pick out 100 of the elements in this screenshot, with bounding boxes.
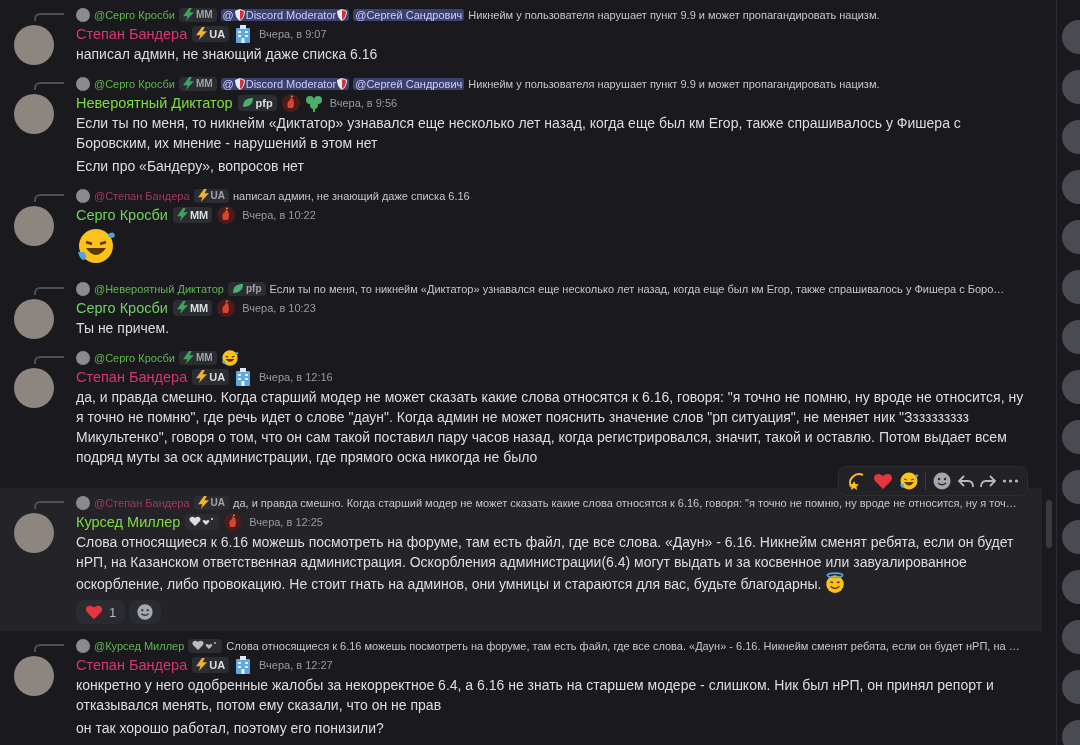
server-tag[interactable]: MM: [172, 299, 213, 316]
timestamp: Вчера, в 10:22: [242, 208, 316, 221]
message-text: Если ты по меня, то никнейм «Диктатор» узнавался еще несколько лет назад, когда еще был км Егор, также спрашивалось у Фишера с Боровским, их мнение - нарушений в этом нет: [76, 114, 962, 153]
reply-icon: [958, 474, 974, 488]
timestamp: Вчера, в 9:07: [259, 27, 327, 40]
message-text: Слова относящиеся к 6.16 можешь посмотреть на форуме, там есть файл, где все слова. «Даун» - 6.16. Никнейм сменят ребята, если он будет нРП, на Казанском ответственная администрация. Оскорбления администрации(6.4) могут выдать и за косвенное или завуалированное оскорбление, либо провокацию. Не стоит гнать на админов, они умницы и стараются для вас, будьте благодарны.: [76, 533, 1015, 594]
reply-avatar: [76, 7, 90, 22]
laughing-emoji-icon: [899, 471, 919, 491]
more-icon: [1002, 479, 1019, 483]
shield-icon: [337, 8, 348, 21]
server-tag[interactable]: UA: [192, 656, 230, 673]
avatar[interactable]: [14, 94, 54, 134]
message-text: написал админ, не знающий даже списка 6.16: [76, 45, 379, 64]
reply-preview[interactable]: Если ты по меня, то никнейм «Диктатор» узнавался еще несколько лет назад, когда еще был км Егор, также спрашивалось у Фишера с Боро…: [269, 282, 1005, 295]
message-text: да, и правда смешно. Когда старший модер не может сказать какие слова относятся к 6.16, говоря: "я точно не помню, ну вроде не относится, ну я точно не помню", где речь идет о слове "даун". Когда админ не может пояснить значение слов "рп ситуация", не меняет ник "Зззззззззз Микультенко", говоря о том, что он сам такой поставил пару часов назад, когда регистрировался, значит, такой и оставлю. Потом выдает всем подряд муты за оск администрации, где прямого оска никогда не было: [76, 388, 1025, 467]
bird-badge-icon: [224, 512, 243, 531]
laughing-emoji-icon: [220, 348, 239, 367]
mention[interactable]: @ Discord Moderator: [220, 77, 350, 90]
server-tag[interactable]: MM: [178, 7, 217, 22]
timestamp: Вчера, в 9:56: [329, 96, 398, 109]
reply-preview[interactable]: Никнейм у пользователя нарушает пункт 9.9 и может пропагандировать нацизм.: [468, 77, 880, 90]
reply-avatar: [76, 188, 90, 203]
reaction[interactable]: 1: [76, 600, 126, 624]
author-name[interactable]: Серго Кросби: [76, 299, 168, 316]
shield-icon: [234, 8, 245, 21]
author-name[interactable]: Серго Кросби: [76, 206, 168, 223]
shield-icon: [337, 77, 348, 90]
add-reaction-icon: [932, 471, 952, 491]
reply-connector: [34, 82, 64, 90]
server-tag[interactable]: UA: [193, 188, 229, 203]
reply-connector: [34, 194, 64, 202]
reply-connector: [34, 356, 64, 364]
bird-badge-icon: [281, 93, 300, 112]
reply-avatar: [76, 638, 90, 653]
server-tag[interactable]: [188, 638, 223, 653]
reply-connector: [34, 644, 64, 652]
heart-icon: [85, 603, 103, 621]
reply-connector: [34, 501, 64, 509]
heart-reaction[interactable]: [873, 471, 893, 491]
author-name[interactable]: Степан Бандера: [76, 656, 188, 673]
server-tag[interactable]: UA: [193, 495, 229, 510]
building-icon: [234, 24, 253, 43]
server-tag[interactable]: UA: [192, 25, 230, 42]
reply-avatar: [76, 350, 90, 365]
reply-avatar: [76, 76, 90, 91]
reply-preview[interactable]: Никнейм у пользователя нарушает пункт 9.9 и может пропагандировать нацизм.: [468, 8, 880, 21]
laugh-reaction[interactable]: [899, 471, 919, 491]
building-icon: [234, 367, 253, 386]
reply-author[interactable]: @Серго Кросби: [94, 8, 175, 21]
reply-avatar: [76, 495, 90, 510]
author-name[interactable]: Степан Бандера: [76, 368, 188, 385]
add-reaction-button[interactable]: [129, 600, 162, 624]
message-text: он так хорошо работал, поэтому его понизили?: [76, 719, 385, 738]
timestamp: Вчера, в 12:16: [259, 370, 333, 383]
avatar[interactable]: [14, 25, 54, 65]
reply-preview[interactable]: написал админ, не знающий даже списка 6.16: [233, 189, 470, 202]
reply-author[interactable]: @Курсед Миллер: [94, 639, 185, 652]
scrollbar-thumb[interactable]: [1046, 500, 1052, 548]
avatar[interactable]: [14, 206, 54, 246]
reply-avatar: [76, 281, 90, 296]
author-name[interactable]: Невероятный Диктатор: [76, 94, 233, 111]
server-tag[interactable]: pfp: [227, 281, 266, 296]
shield-icon: [234, 77, 245, 90]
laughing-emoji-icon: [76, 226, 116, 266]
message-text: Если про «Бандеру», вопросов нет: [76, 157, 305, 176]
clover-icon: [304, 93, 323, 112]
reply-author[interactable]: @Невероятный Диктатор: [94, 282, 224, 295]
timestamp: Вчера, в 12:25: [249, 515, 323, 528]
bird-badge-icon: [217, 298, 236, 317]
server-tag[interactable]: [185, 513, 220, 530]
avatar[interactable]: [14, 656, 54, 696]
server-tag[interactable]: MM: [172, 206, 213, 223]
mention[interactable]: @Сергей Сандрович: [353, 77, 465, 90]
add-reaction-icon: [136, 603, 155, 621]
reply-preview[interactable]: Слова относящиеся к 6.16 можешь посмотреть на форуме, там есть файл, где все слова. «Даун» - 6.16. Никнейм сменят ребята, если он будет нРП, на …: [226, 639, 1020, 652]
avatar[interactable]: [14, 368, 54, 408]
heart-icon: [873, 471, 893, 491]
bird-badge-icon: [217, 205, 236, 224]
server-tag[interactable]: UA: [192, 368, 230, 385]
server-tag[interactable]: MM: [178, 76, 217, 91]
message-text: Ты не причем.: [76, 319, 171, 338]
timestamp: Вчера, в 12:27: [259, 658, 333, 671]
mention[interactable]: @ Discord Moderator: [220, 8, 350, 21]
timestamp: Вчера, в 10:23: [242, 301, 316, 314]
reply-connector: [34, 287, 64, 295]
author-name[interactable]: Степан Бандера: [76, 25, 188, 42]
avatar[interactable]: [14, 299, 54, 339]
reply-preview[interactable]: да, и правда смешно. Когда старший модер не может сказать какие слова относятся к 6.16, говоря: "я точно не помню, ну вроде не относится, ну я точ…: [233, 496, 1017, 509]
forward-icon: [980, 474, 996, 488]
reply-author[interactable]: @Серго Кросби: [94, 77, 175, 90]
reply-author[interactable]: @Серго Кросби: [94, 351, 175, 364]
server-tag[interactable]: MM: [178, 350, 217, 365]
halo-emoji-icon: [824, 572, 847, 594]
add-reaction-button[interactable]: [932, 471, 952, 491]
reply-connector: [34, 13, 64, 21]
server-tag[interactable]: pfp: [237, 94, 277, 111]
building-icon: [234, 655, 253, 674]
author-name[interactable]: Курсед Миллер: [76, 513, 181, 530]
mention[interactable]: @Сергей Сандрович: [353, 8, 465, 21]
avatar[interactable]: [14, 513, 54, 553]
